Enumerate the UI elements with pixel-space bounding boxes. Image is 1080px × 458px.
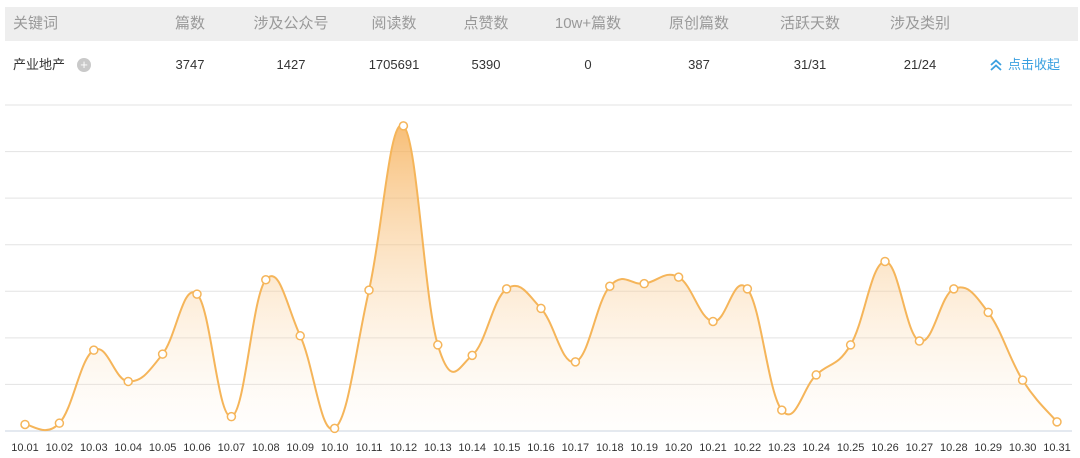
- header-reads: 阅读数: [371, 15, 417, 32]
- data-point[interactable]: [777, 405, 787, 415]
- categories-value: 21/24: [903, 57, 937, 72]
- x-tick-label: 10.16: [527, 442, 555, 454]
- header-active-days: 活跃天数: [779, 15, 841, 32]
- x-tick-label: 10.02: [46, 442, 74, 454]
- x-tick-label: 10.03: [80, 442, 108, 454]
- data-point[interactable]: [192, 289, 202, 299]
- data-point[interactable]: [536, 303, 546, 314]
- reads-value: 1705691: [368, 57, 420, 72]
- double-chevron-up-icon: [990, 59, 1002, 71]
- data-point[interactable]: [261, 274, 271, 285]
- data-point[interactable]: [157, 349, 168, 359]
- data-point[interactable]: [570, 357, 581, 367]
- header-categories: 涉及类别: [889, 15, 951, 32]
- data-point[interactable]: [880, 256, 890, 267]
- x-axis-ticks: 10.01 10.02 10.03 10.04 10.05 10.06 10.07 10.08…: [11, 442, 1071, 454]
- x-tick-label: 10.07: [218, 442, 246, 454]
- header-100k-articles: 10w+篇数: [554, 15, 622, 32]
- data-point[interactable]: [983, 307, 993, 318]
- data-point[interactable]: [433, 340, 443, 350]
- series-area: [25, 125, 1057, 431]
- 100k-articles-value: 0: [584, 57, 592, 72]
- x-tick-label: 10.23: [768, 442, 796, 454]
- likes-value: 5390: [471, 57, 501, 72]
- x-tick-label: 10.05: [149, 442, 177, 454]
- x-tick-label: 10.08: [252, 442, 280, 454]
- x-tick-label: 10.11: [356, 442, 383, 454]
- accounts-value: 1427: [276, 57, 306, 72]
- plus-circle-icon[interactable]: +: [77, 58, 91, 72]
- header-articles: 篇数: [174, 15, 206, 32]
- x-tick-label: 10.19: [630, 442, 658, 454]
- data-point[interactable]: [398, 121, 409, 131]
- header-accounts: 涉及公众号: [253, 15, 329, 32]
- x-tick-label: 10.26: [871, 442, 899, 454]
- x-tick-label: 10.14: [458, 442, 486, 454]
- x-tick-label: 10.28: [940, 442, 968, 454]
- articles-value: 3747: [175, 57, 205, 72]
- x-tick-label: 10.18: [596, 442, 624, 454]
- data-point[interactable]: [89, 345, 99, 355]
- x-tick-label: 10.13: [424, 442, 452, 454]
- active-days-value: 31/31: [793, 57, 827, 72]
- data-point[interactable]: [742, 284, 753, 294]
- reads-trend-chart: 10.01 10.02 10.03 10.04 10.05 10.06 10.07 10.08…: [5, 104, 1072, 454]
- table-header-row: 关键词 篇数 涉及公众号 阅读数 点赞数 10w+篇数 原创篇数 活跃天数 涉及…: [5, 7, 1078, 41]
- header-original-articles: 原创篇数: [668, 15, 730, 32]
- x-tick-label: 10.31: [1043, 442, 1071, 454]
- data-point[interactable]: [295, 331, 305, 341]
- x-tick-label: 10.15: [493, 442, 521, 454]
- x-tick-label: 10.24: [802, 442, 830, 454]
- x-tick-label: 10.25: [837, 442, 865, 454]
- data-point[interactable]: [1017, 375, 1028, 385]
- x-tick-label: 10.22: [734, 442, 762, 454]
- data-point[interactable]: [467, 350, 477, 361]
- data-point[interactable]: [226, 411, 237, 422]
- original-articles-value: 387: [688, 57, 710, 72]
- x-tick-label: 10.10: [321, 442, 349, 454]
- x-tick-label: 10.06: [183, 442, 211, 454]
- x-tick-label: 10.04: [114, 442, 142, 454]
- data-point[interactable]: [20, 419, 30, 430]
- table-row: 产业地产 + 3747 1427 1705691 5390 0 387 31/3…: [5, 47, 1078, 83]
- data-point[interactable]: [123, 376, 133, 387]
- x-tick-label: 10.29: [974, 442, 1002, 454]
- data-point[interactable]: [1052, 417, 1062, 427]
- data-point[interactable]: [708, 316, 718, 327]
- data-point[interactable]: [914, 336, 925, 346]
- data-point[interactable]: [364, 285, 374, 295]
- x-tick-label: 10.20: [665, 442, 693, 454]
- x-tick-label: 10.21: [699, 442, 727, 454]
- x-tick-label: 10.27: [906, 442, 934, 454]
- collapse-button[interactable]: 点击收起: [990, 47, 1060, 83]
- x-tick-label: 10.12: [390, 442, 418, 454]
- data-point[interactable]: [673, 272, 684, 282]
- x-tick-label: 10.09: [286, 442, 314, 454]
- x-tick-label: 10.30: [1009, 442, 1037, 454]
- data-point[interactable]: [811, 370, 821, 380]
- data-point[interactable]: [949, 284, 959, 294]
- header-likes: 点赞数: [463, 15, 509, 32]
- data-point[interactable]: [845, 340, 856, 350]
- data-point[interactable]: [605, 281, 615, 292]
- keyword-cell: 产业地产: [13, 57, 66, 72]
- data-point[interactable]: [54, 418, 65, 428]
- header-keyword: 关键词: [13, 15, 59, 32]
- data-point[interactable]: [329, 423, 340, 434]
- x-tick-label: 10.17: [562, 442, 590, 454]
- data-point[interactable]: [501, 284, 512, 294]
- collapse-label: 点击收起: [1008, 57, 1061, 72]
- x-tick-label: 10.01: [11, 442, 39, 454]
- data-point[interactable]: [639, 278, 649, 289]
